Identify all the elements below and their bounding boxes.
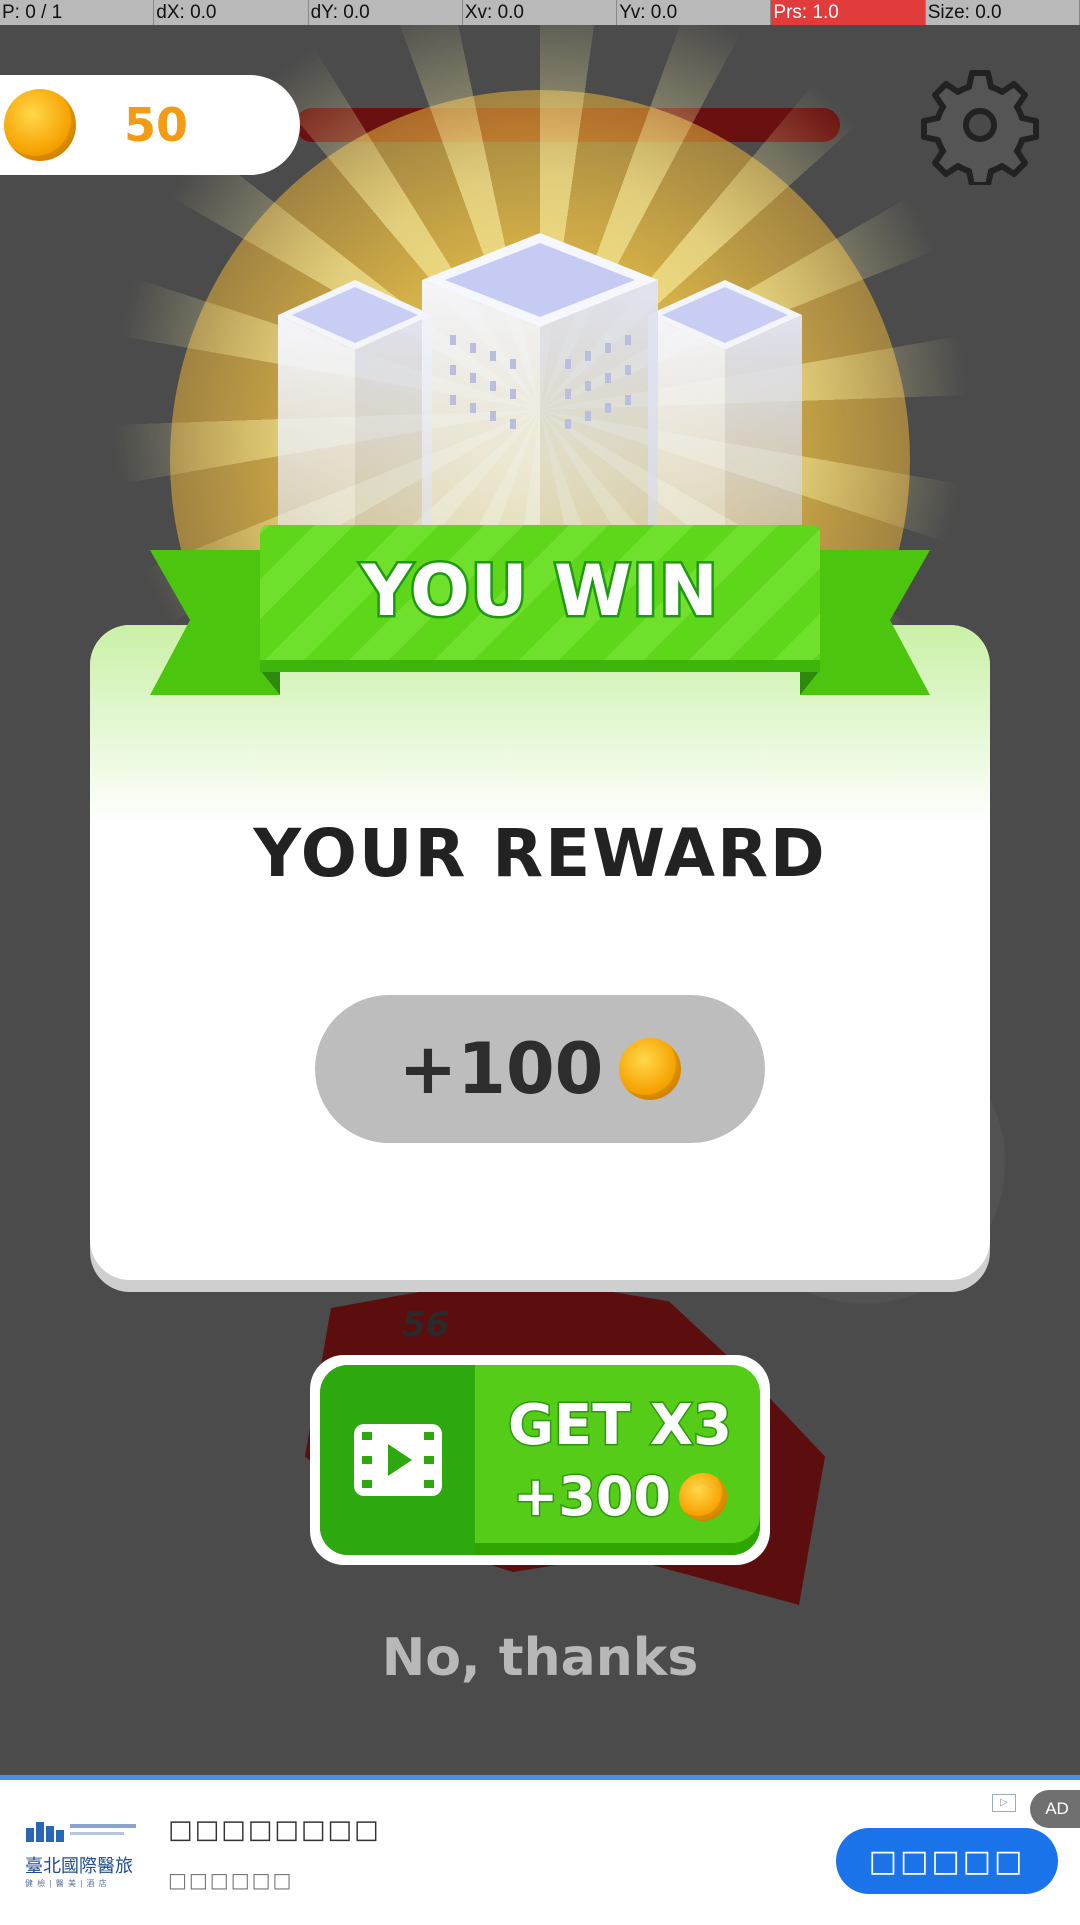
ad-banner[interactable]: 臺北國際醫旅 健 檢 | 醫 美 | 酒 店 □□□□□□□□ □□□□□□ □…	[0, 1775, 1080, 1925]
ad-logo-subtext: 健 檢 | 醫 美 | 酒 店	[25, 1879, 108, 1888]
no-thanks-button[interactable]: No, thanks	[0, 1628, 1080, 1688]
debug-pressure: Prs: 1.0	[771, 0, 926, 25]
get-x3-button-face[interactable]: GET X3 +300	[320, 1365, 760, 1555]
coin-icon	[678, 1472, 727, 1521]
get-x3-button[interactable]: GET X3 +300	[310, 1355, 770, 1565]
video-play-icon	[353, 1424, 442, 1496]
ad-cta-button[interactable]: □□□□□	[836, 1828, 1058, 1894]
ad-headline: □□□□□□□□	[168, 1815, 381, 1845]
debug-xv: Xv: 0.0	[463, 0, 618, 25]
get-x3-label: GET X3	[506, 1392, 733, 1460]
you-win-banner-text: YOU WIN	[359, 548, 721, 635]
coin-icon	[4, 89, 76, 161]
reward-amount: +100	[398, 1028, 604, 1110]
debug-dx: dX: 0.0	[154, 0, 309, 25]
debug-dy: dY: 0.0	[309, 0, 463, 25]
coin-icon	[619, 1038, 682, 1100]
ad-subline: □□□□□□	[168, 1868, 294, 1892]
coin-count: 50	[124, 98, 189, 152]
region-number: 56	[402, 1305, 450, 1345]
coin-balance: 50	[0, 75, 300, 175]
reward-amount-pill: +100	[315, 995, 765, 1143]
ad-logo-text: 臺北國際醫旅	[25, 1856, 133, 1877]
gear-icon	[921, 70, 1039, 188]
reward-panel	[90, 625, 990, 1280]
ad-choices-icon[interactable]: ▷	[992, 1794, 1016, 1812]
debug-status-bar: P: 0 / 1 dX: 0.0 dY: 0.0 Xv: 0.0 Yv: 0.0…	[0, 0, 1080, 25]
video-icon-area	[320, 1365, 475, 1555]
settings-button[interactable]	[920, 65, 1040, 188]
buildings-illustration	[278, 233, 802, 555]
get-x3-amount-row: +300	[485, 1464, 755, 1530]
get-x3-amount: +300	[512, 1464, 673, 1530]
debug-size: Size: 0.0	[926, 0, 1080, 25]
ad-badge[interactable]: AD	[1030, 1790, 1080, 1828]
debug-yv: Yv: 0.0	[617, 0, 772, 25]
debug-pointer: P: 0 / 1	[0, 0, 155, 25]
reward-title: YOUR REWARD	[253, 815, 827, 892]
